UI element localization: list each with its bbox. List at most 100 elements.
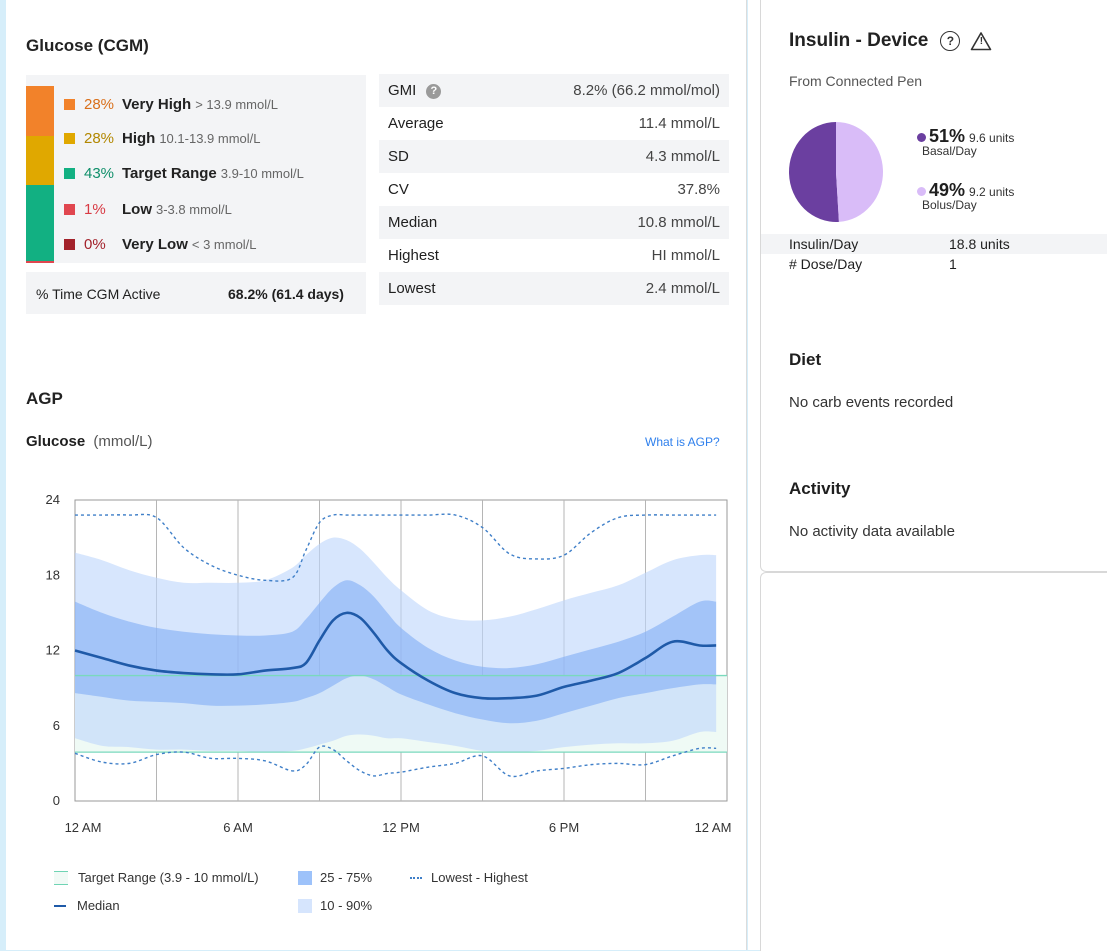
stat-label: Highest bbox=[388, 247, 439, 264]
insulin-row-value: 1 bbox=[949, 256, 957, 272]
range-row-high: 28% High 10.1-13.9 mmol/L bbox=[64, 127, 261, 149]
y-tick-label: 24 bbox=[46, 492, 60, 507]
range-row-low: 1% Low 3-3.8 mmol/L bbox=[64, 198, 232, 220]
activity-text: No activity data available bbox=[789, 523, 955, 540]
glucose-stats-table: GMI? 8.2% (66.2 mmol/mol) Average 11.4 m… bbox=[379, 74, 729, 305]
x-tick-label: 12 AM bbox=[65, 820, 102, 835]
x-tick-label: 12 PM bbox=[382, 820, 420, 835]
cgm-active-value: 68.2% (61.4 days) bbox=[228, 286, 344, 302]
bolus-label: Bolus/Day bbox=[922, 198, 977, 212]
insulin-table: Insulin/Day 18.8 units # Dose/Day 1 bbox=[761, 234, 1107, 274]
help-circle-icon[interactable]: ? bbox=[940, 31, 961, 51]
stat-row-gmi: GMI? 8.2% (66.2 mmol/mol) bbox=[379, 74, 729, 107]
y-tick-label: 18 bbox=[46, 567, 60, 582]
insulin-row-label: # Dose/Day bbox=[789, 256, 863, 272]
cgm-active-box: % Time CGM Active 68.2% (61.4 days) bbox=[26, 272, 366, 314]
tir-segment-very-high bbox=[26, 86, 54, 136]
insulin-row-label: Insulin/Day bbox=[789, 236, 859, 252]
target-swatch bbox=[64, 167, 75, 179]
stat-label: Average bbox=[388, 115, 444, 132]
stat-value: 8.2% (66.2 mmol/mol) bbox=[573, 82, 720, 99]
help-icon[interactable]: ? bbox=[426, 83, 442, 99]
stat-row-average: Average 11.4 mmol/L bbox=[379, 107, 729, 140]
high-label: High bbox=[122, 129, 156, 147]
empty-card bbox=[760, 572, 1107, 951]
cgm-active-label: % Time CGM Active bbox=[36, 286, 161, 302]
basal-legend: 51% 9.6 units Basal/Day bbox=[917, 126, 1014, 158]
stat-value: 4.3 mmol/L bbox=[645, 148, 720, 165]
low-percent: 1% bbox=[84, 200, 106, 218]
stat-value: 37.8% bbox=[677, 181, 720, 198]
insulin-header: Insulin - Device ? ! bbox=[789, 30, 992, 52]
legend-25-75: 25 - 75% bbox=[298, 870, 372, 885]
x-tick-label: 6 AM bbox=[223, 820, 253, 835]
y-tick-label: 0 bbox=[53, 793, 60, 808]
low-swatch bbox=[64, 203, 75, 215]
diet-title: Diet bbox=[789, 350, 822, 369]
stat-row-median: Median 10.8 mmol/L bbox=[379, 206, 729, 239]
insulin-pie-chart bbox=[788, 122, 883, 222]
target-legend-icon bbox=[54, 870, 68, 885]
very-low-swatch bbox=[64, 238, 75, 250]
agp-axis-title: Glucose (mmol/L) bbox=[26, 433, 153, 450]
y-tick-label: 12 bbox=[46, 643, 60, 658]
basal-units: 9.6 units bbox=[969, 131, 1015, 145]
very-low-range: < 3 mmol/L bbox=[191, 236, 257, 252]
very-high-percent: 28% bbox=[84, 95, 115, 113]
very-high-swatch bbox=[64, 98, 75, 110]
activity-title: Activity bbox=[789, 479, 851, 498]
target-percent: 43% bbox=[84, 164, 115, 182]
x-tick-label: 6 PM bbox=[549, 820, 579, 835]
band-10-90-legend-icon bbox=[298, 898, 312, 913]
legend-median-label: Median bbox=[77, 898, 120, 913]
x-tick-label: 12 AM bbox=[695, 820, 732, 835]
stat-row-highest: Highest HI mmol/L bbox=[379, 239, 729, 272]
range-row-very-low: 0% Very Low < 3 mmol/L bbox=[64, 233, 257, 255]
basal-dot-icon bbox=[917, 133, 926, 142]
stat-label: Median bbox=[388, 214, 438, 231]
legend-target: Target Range (3.9 - 10 mmol/L) bbox=[54, 870, 259, 885]
target-range: 3.9-10 mmol/L bbox=[220, 165, 304, 181]
high-percent: 28% bbox=[84, 129, 115, 147]
stat-label: Lowest bbox=[388, 280, 436, 297]
insulin-row-value: 18.8 units bbox=[949, 236, 1010, 252]
insulin-row: # Dose/Day 1 bbox=[761, 254, 1107, 274]
insulin-source: From Connected Pen bbox=[789, 73, 923, 89]
pie-slice-bolus bbox=[836, 122, 883, 222]
insulin-title: Insulin - Device bbox=[789, 30, 929, 51]
very-high-label: Very High bbox=[122, 95, 192, 113]
low-range: 3-3.8 mmol/L bbox=[156, 201, 232, 217]
bolus-legend: 49% 9.2 units Bolus/Day bbox=[917, 180, 1014, 212]
range-row-target: 43% Target Range 3.9-10 mmol/L bbox=[64, 162, 304, 184]
legend-10-90-label: 10 - 90% bbox=[320, 898, 373, 913]
bolus-dot-icon bbox=[917, 187, 926, 196]
lowest-highest-legend-icon bbox=[410, 876, 422, 879]
legend-lowest-highest: Lowest - Highest bbox=[410, 870, 528, 885]
tir-segment-target bbox=[26, 185, 54, 262]
warning-icon[interactable]: ! bbox=[970, 31, 992, 51]
target-label: Target Range bbox=[122, 164, 217, 182]
legend-median: Median bbox=[54, 898, 120, 913]
very-high-range: > 13.9 mmol/L bbox=[195, 96, 278, 112]
legend-lowest-highest-label: Lowest - Highest bbox=[431, 870, 528, 885]
high-range: 10.1-13.9 mmol/L bbox=[159, 130, 261, 146]
stat-value: 10.8 mmol/L bbox=[637, 214, 720, 231]
what-is-agp-link[interactable]: What is AGP? bbox=[645, 435, 720, 449]
low-label: Low bbox=[122, 200, 152, 218]
tir-segment-high bbox=[26, 135, 54, 186]
diet-text: No carb events recorded bbox=[789, 394, 954, 411]
agp-chart: 24 18 12 6 0 12 AM 6 AM 12 PM 6 PM 12 AM bbox=[46, 492, 732, 835]
median-legend-icon bbox=[54, 904, 66, 907]
legend-25-75-label: 25 - 75% bbox=[320, 870, 373, 885]
high-swatch bbox=[64, 132, 75, 144]
stat-row-lowest: Lowest 2.4 mmol/L bbox=[379, 272, 729, 305]
stat-row-cv: CV 37.8% bbox=[379, 173, 729, 206]
stat-label: GMI bbox=[388, 82, 417, 99]
bolus-units: 9.2 units bbox=[969, 185, 1015, 199]
stat-value: 11.4 mmol/L bbox=[638, 115, 720, 132]
legend-10-90: 10 - 90% bbox=[298, 898, 372, 913]
agp-title: AGP bbox=[26, 389, 63, 408]
very-low-label: Very Low bbox=[122, 235, 188, 253]
legend-target-label: Target Range (3.9 - 10 mmol/L) bbox=[78, 870, 259, 885]
stat-label: CV bbox=[388, 181, 409, 198]
